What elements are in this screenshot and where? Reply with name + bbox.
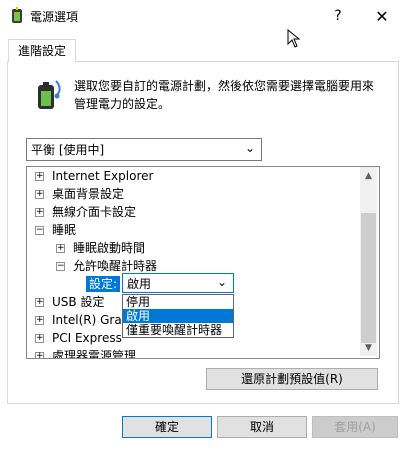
battery-icon [30,77,66,113]
setting-value: 啟用 [127,277,152,291]
mouse-cursor-icon [287,28,303,49]
expand-icon[interactable]: + [35,334,44,343]
chevron-down-icon: ⌄ [244,141,255,155]
scroll-thumb[interactable] [361,213,376,343]
tree-item-label: USB 設定 [52,295,105,309]
collapse-icon[interactable]: − [35,226,44,235]
expand-icon[interactable]: + [35,316,44,325]
dropdown-option-important-only[interactable]: 僅重要喚醒計時器 [123,323,233,337]
tree-item-wireless-adapter[interactable]: + 無線介面卡設定 [35,203,136,221]
tree-item-sleep-after[interactable]: + 睡眠啟動時間 [56,239,145,257]
close-button[interactable]: ✕ [360,0,404,32]
expand-icon[interactable]: + [35,208,44,217]
apply-button[interactable]: 套用(A) [312,416,398,438]
setting-dropdown-list: 停用 啟用 僅重要喚醒計時器 [122,294,234,338]
tree-item-label: Internet Explorer [52,169,154,183]
expand-icon[interactable]: + [56,244,65,253]
power-options-icon [8,7,26,25]
collapse-icon[interactable]: − [56,262,65,271]
dropdown-option-disable[interactable]: 停用 [123,295,233,309]
tab-advanced-settings[interactable]: 進階設定 [8,39,76,62]
tree-item-pci-express[interactable]: + PCI Express [35,329,122,347]
tree-item-sleep[interactable]: − 睡眠 [35,221,76,239]
dropdown-option-enable[interactable]: 啟用 [123,309,233,323]
window-title: 電源選項 [30,10,79,24]
expand-icon[interactable]: + [35,352,44,358]
tree-item-internet-explorer[interactable]: + Internet Explorer [35,167,153,185]
restore-plan-defaults-button[interactable]: 還原計劃預設值(R) [206,368,378,390]
tree-item-label: PCI Express [52,331,122,345]
expand-icon[interactable]: + [35,190,44,199]
help-button[interactable]: ? [316,0,360,32]
tree-scrollbar[interactable]: ▲ ▼ [360,167,377,356]
tree-item-label: 桌面背景設定 [52,187,125,201]
power-plan-select[interactable]: 平衡 [使用中] ⌄ [26,138,262,161]
tree-item-label: Intel(R) Grap [52,313,130,327]
scroll-down-arrow-icon[interactable]: ▼ [360,339,377,356]
expand-icon[interactable]: + [35,298,44,307]
setting-label: 設定: [86,276,121,292]
plan-description: 選取您要自訂的電源計劃，然後依您需要選擇電腦要用來管理電力的設定。 [74,79,375,111]
tree-item-label: 睡眠啟動時間 [73,241,146,255]
chevron-down-icon: ⌄ [216,275,227,289]
tree-item-processor-power[interactable]: + 處理器電源管理 [35,347,137,359]
ok-button[interactable]: 確定 [122,416,212,438]
tree-item-intel-graphics[interactable]: + Intel(R) Grap [35,311,129,329]
tree-item-usb-settings[interactable]: + USB 設定 [35,293,104,311]
tree-item-desktop-background[interactable]: + 桌面背景設定 [35,185,124,203]
power-plan-value: 平衡 [使用中] [31,143,105,157]
expand-icon[interactable]: + [35,172,44,181]
wake-timer-setting-select[interactable]: 啟用 ⌄ [122,273,234,293]
tree-item-label: 允許喚醒計時器 [73,259,158,273]
tree-item-label: 睡眠 [52,223,77,237]
tree-item-label: 處理器電源管理 [52,349,137,359]
cancel-button[interactable]: 取消 [217,416,307,438]
tree-item-label: 無線介面卡設定 [52,205,137,219]
scroll-up-arrow-icon[interactable]: ▲ [360,167,377,184]
